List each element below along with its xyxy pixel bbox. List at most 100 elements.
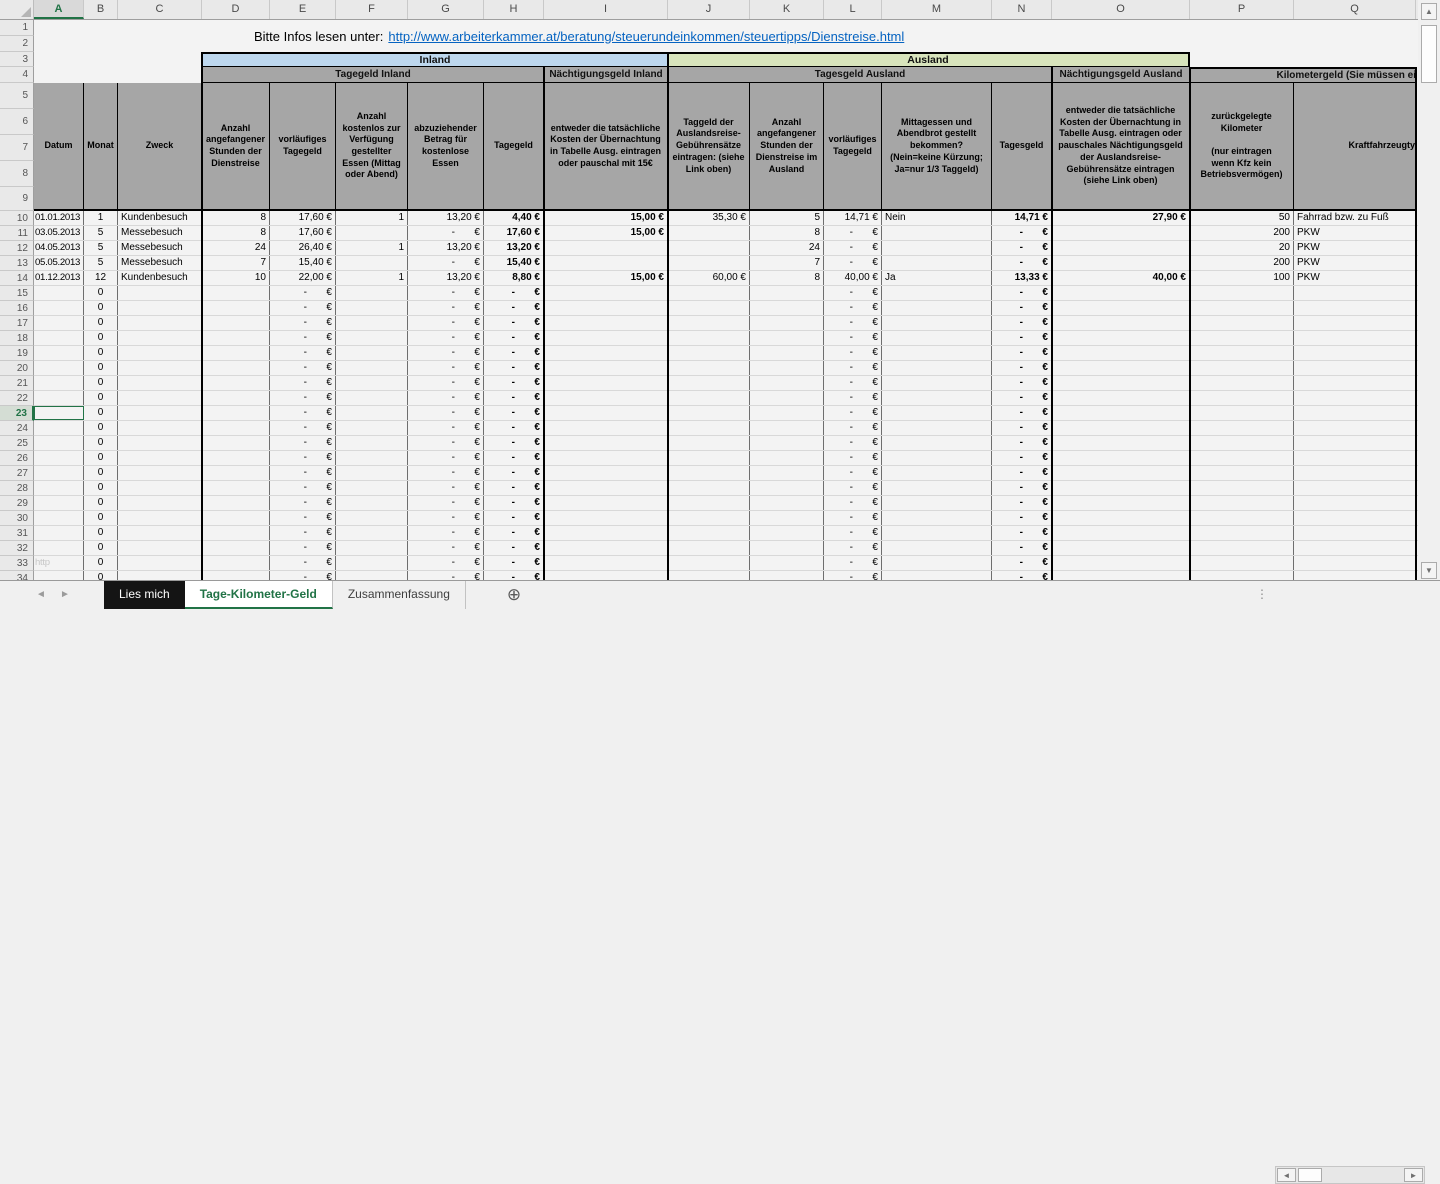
cell-A20[interactable] (34, 361, 84, 375)
cell-J19[interactable] (668, 346, 750, 360)
cell-M26[interactable] (882, 451, 992, 465)
cell-D20[interactable] (202, 361, 270, 375)
field-header-H[interactable]: Tagegeld (484, 83, 544, 211)
cell-E15[interactable]: - € (270, 286, 336, 300)
cell-F13[interactable] (336, 256, 408, 270)
field-header-Q[interactable]: Kraftfahrzeugty (1294, 83, 1416, 211)
cell-F22[interactable] (336, 391, 408, 405)
cell-H27[interactable]: - € (484, 466, 544, 480)
horizontal-scroll-thumb[interactable] (1298, 1168, 1322, 1182)
cell-I10[interactable]: 15,00 € (544, 211, 668, 225)
sheet-tab-zusammenfassung[interactable]: Zusammenfassung (333, 581, 466, 609)
cell-G12[interactable]: 13,20 € (408, 241, 484, 255)
cell-Q25[interactable] (1294, 436, 1416, 450)
cell-O20[interactable] (1052, 361, 1190, 375)
cell-P27[interactable] (1190, 466, 1294, 480)
cell-I32[interactable] (544, 541, 668, 555)
cell-N32[interactable]: - € (992, 541, 1052, 555)
cell-I28[interactable] (544, 481, 668, 495)
cell-O16[interactable] (1052, 301, 1190, 315)
cell-B33[interactable]: 0 (84, 556, 118, 570)
scroll-left-button[interactable]: ◄ (1277, 1168, 1296, 1182)
cell-F23[interactable] (336, 406, 408, 420)
cell-M28[interactable] (882, 481, 992, 495)
cell-I29[interactable] (544, 496, 668, 510)
cell-D27[interactable] (202, 466, 270, 480)
cell-N29[interactable]: - € (992, 496, 1052, 510)
row-header-21[interactable]: 21 (0, 376, 34, 391)
cell-L34[interactable]: - € (824, 571, 882, 580)
cell-M20[interactable] (882, 361, 992, 375)
cell-B26[interactable]: 0 (84, 451, 118, 465)
cell-G18[interactable]: - € (408, 331, 484, 345)
cell-Q29[interactable] (1294, 496, 1416, 510)
cell-Q22[interactable] (1294, 391, 1416, 405)
cell-P28[interactable] (1190, 481, 1294, 495)
cell-F20[interactable] (336, 361, 408, 375)
cell-C11[interactable]: Messebesuch (118, 226, 202, 240)
cell-C17[interactable] (118, 316, 202, 330)
cell-H16[interactable]: - € (484, 301, 544, 315)
field-header-E[interactable]: vorläufiges Tagegeld (270, 83, 336, 211)
cell-H24[interactable]: - € (484, 421, 544, 435)
cell-O25[interactable] (1052, 436, 1190, 450)
cell-P33[interactable] (1190, 556, 1294, 570)
cell-K24[interactable] (750, 421, 824, 435)
cell-P10[interactable]: 50 (1190, 211, 1294, 225)
cell-J20[interactable] (668, 361, 750, 375)
cell-O14[interactable]: 40,00 € (1052, 271, 1190, 285)
cell-A18[interactable] (34, 331, 84, 345)
cell-D31[interactable] (202, 526, 270, 540)
cell-Q11[interactable]: PKW (1294, 226, 1416, 240)
cell-J13[interactable] (668, 256, 750, 270)
cell-O18[interactable] (1052, 331, 1190, 345)
cell-J25[interactable] (668, 436, 750, 450)
cell-M15[interactable] (882, 286, 992, 300)
cell-H34[interactable]: - € (484, 571, 544, 580)
cell-D30[interactable] (202, 511, 270, 525)
cell-D13[interactable]: 7 (202, 256, 270, 270)
cell-L21[interactable]: - € (824, 376, 882, 390)
cell-H19[interactable]: - € (484, 346, 544, 360)
field-header-A[interactable]: Datum (34, 83, 84, 211)
cell-G30[interactable]: - € (408, 511, 484, 525)
cell-E10[interactable]: 17,60 € (270, 211, 336, 225)
column-header-O[interactable]: O (1052, 0, 1190, 19)
cell-M17[interactable] (882, 316, 992, 330)
cell-O31[interactable] (1052, 526, 1190, 540)
cell-Q33[interactable] (1294, 556, 1416, 570)
cell-K28[interactable] (750, 481, 824, 495)
cell-P25[interactable] (1190, 436, 1294, 450)
cell-H22[interactable]: - € (484, 391, 544, 405)
cell-L22[interactable]: - € (824, 391, 882, 405)
cell-E18[interactable]: - € (270, 331, 336, 345)
cell-P22[interactable] (1190, 391, 1294, 405)
cell-M19[interactable] (882, 346, 992, 360)
cell-C26[interactable] (118, 451, 202, 465)
cell-J15[interactable] (668, 286, 750, 300)
cell-C13[interactable]: Messebesuch (118, 256, 202, 270)
cell-L20[interactable]: - € (824, 361, 882, 375)
field-header-P[interactable]: zurückgelegte Kilometer (nur eintragen w… (1190, 83, 1294, 211)
cell-H21[interactable]: - € (484, 376, 544, 390)
cell-I30[interactable] (544, 511, 668, 525)
cell-J21[interactable] (668, 376, 750, 390)
cell-I19[interactable] (544, 346, 668, 360)
cell-K14[interactable]: 8 (750, 271, 824, 285)
cell-H10[interactable]: 4,40 € (484, 211, 544, 225)
row-header-10[interactable]: 10 (0, 211, 34, 226)
cell-C20[interactable] (118, 361, 202, 375)
cell-D23[interactable] (202, 406, 270, 420)
cell-J22[interactable] (668, 391, 750, 405)
row-header-15[interactable]: 15 (0, 286, 34, 301)
cell-M34[interactable] (882, 571, 992, 580)
cell-I23[interactable] (544, 406, 668, 420)
cell-F14[interactable]: 1 (336, 271, 408, 285)
cell-N28[interactable]: - € (992, 481, 1052, 495)
cell-K15[interactable] (750, 286, 824, 300)
sheet-tab-tage-kilometer-geld[interactable]: Tage-Kilometer-Geld (185, 581, 333, 609)
cell-K18[interactable] (750, 331, 824, 345)
cell-L26[interactable]: - € (824, 451, 882, 465)
cell-E22[interactable]: - € (270, 391, 336, 405)
cell-C29[interactable] (118, 496, 202, 510)
